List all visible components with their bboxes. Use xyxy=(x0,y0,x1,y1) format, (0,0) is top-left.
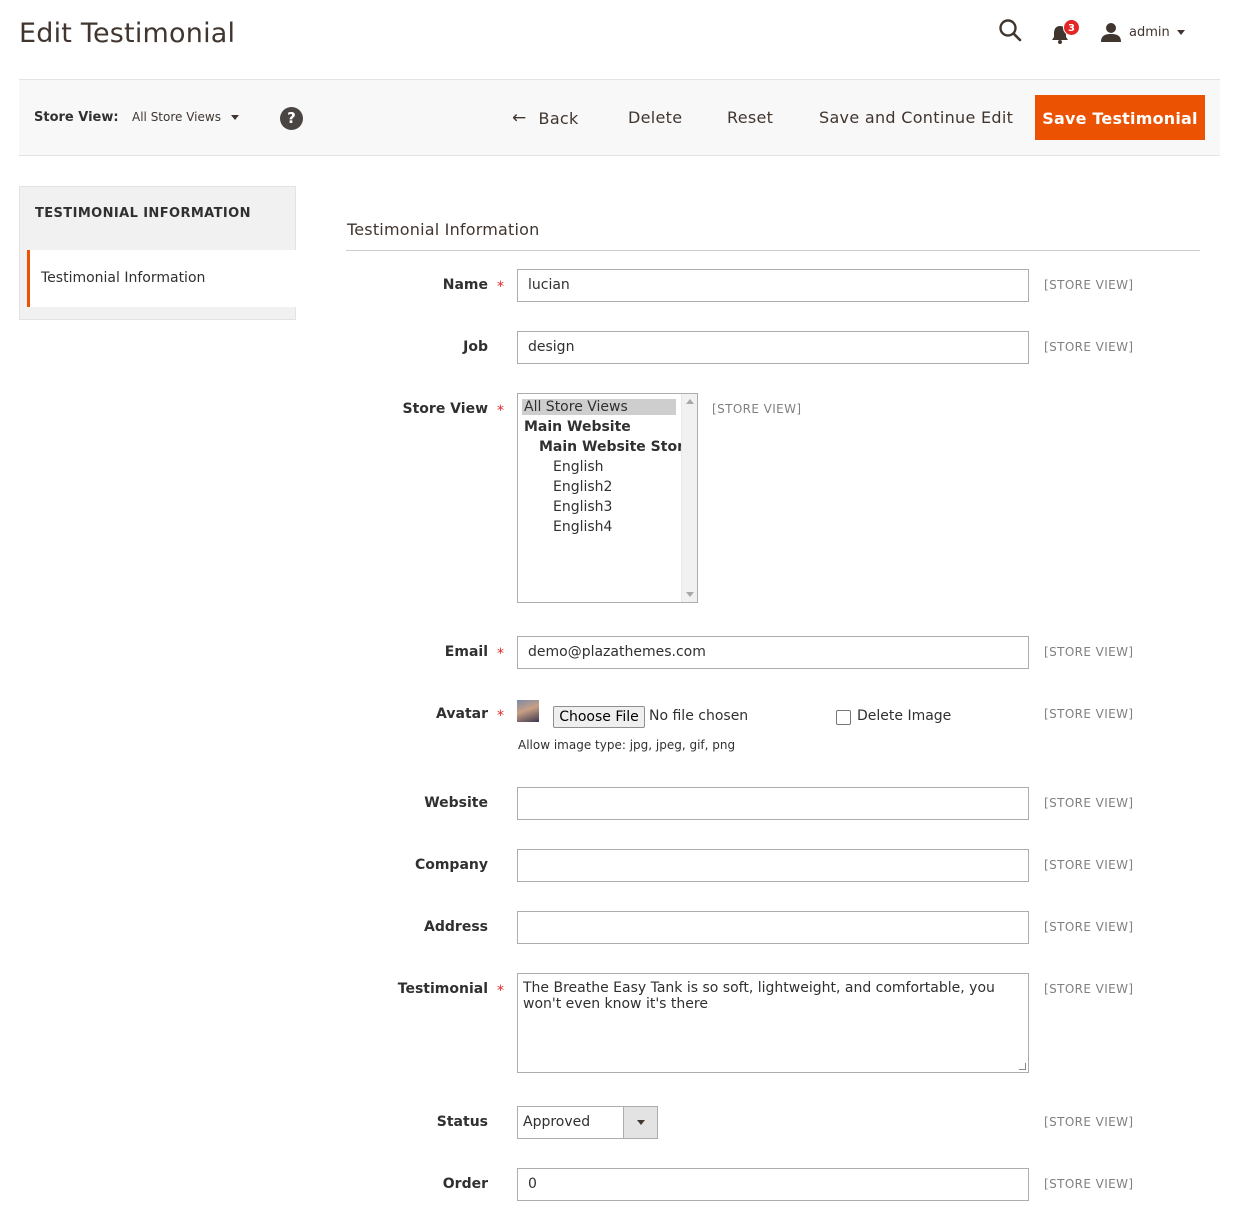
order-label: Order xyxy=(442,1176,488,1192)
sidebar: TESTIMONIAL INFORMATION Testimonial Info… xyxy=(19,186,296,320)
store-view-option[interactable]: English3 xyxy=(553,499,612,515)
page-title: Edit Testimonial xyxy=(19,18,236,49)
file-status: No file chosen xyxy=(649,708,749,724)
store-view-option[interactable]: English2 xyxy=(553,479,612,495)
store-view-option[interactable]: Main Website xyxy=(524,419,631,435)
testimonial-textarea[interactable]: The Breathe Easy Tank is so soft, lightw… xyxy=(517,973,1029,1073)
notification-count-badge: 3 xyxy=(1063,19,1080,36)
scope-label: [STORE VIEW] xyxy=(712,402,802,416)
user-name: admin xyxy=(1129,24,1170,40)
resize-handle[interactable] xyxy=(1019,1063,1026,1070)
chevron-down-icon xyxy=(637,1120,645,1125)
delete-image-checkbox[interactable] xyxy=(836,710,851,725)
page-actions-toolbar: Store View: All Store Views ? ← Back Del… xyxy=(19,79,1220,156)
avatar-thumbnail[interactable] xyxy=(517,700,539,722)
arrow-left-icon: ← xyxy=(512,108,527,128)
store-view-multiselect[interactable]: All Store Views Main Website Main Websit… xyxy=(517,393,698,603)
store-view-option[interactable]: English4 xyxy=(553,519,612,535)
chevron-down-icon xyxy=(1176,29,1185,35)
scope-label: [STORE VIEW] xyxy=(1044,920,1134,934)
scope-label: [STORE VIEW] xyxy=(1044,1115,1134,1129)
section-divider xyxy=(346,250,1200,251)
testimonial-text: The Breathe Easy Tank is so soft, lightw… xyxy=(523,980,995,1012)
save-testimonial-button[interactable]: Save Testimonial xyxy=(1035,95,1205,140)
email-input[interactable]: demo@plazathemes.com xyxy=(517,636,1029,669)
company-input[interactable] xyxy=(517,849,1029,882)
job-input[interactable]: design xyxy=(517,331,1029,364)
sidebar-item-testimonial-information[interactable]: Testimonial Information xyxy=(27,250,296,307)
chevron-down-icon xyxy=(230,114,239,120)
address-input[interactable] xyxy=(517,911,1029,944)
store-view-switcher[interactable]: All Store Views xyxy=(132,110,239,124)
store-view-label: Store View: xyxy=(34,110,119,125)
store-view-field-label: Store View xyxy=(402,401,488,417)
user-icon xyxy=(1101,23,1121,42)
sidebar-item-label: Testimonial Information xyxy=(41,270,206,286)
search-icon[interactable] xyxy=(998,18,1026,46)
avatar-label: Avatar xyxy=(436,706,488,722)
scope-label: [STORE VIEW] xyxy=(1044,982,1134,996)
required-asterisk: * xyxy=(497,403,504,419)
name-label: Name xyxy=(442,277,488,293)
scroll-up-icon[interactable] xyxy=(686,399,694,404)
order-input[interactable]: 0 xyxy=(517,1168,1029,1201)
required-asterisk: * xyxy=(497,983,504,999)
website-input[interactable] xyxy=(517,787,1029,820)
scope-label: [STORE VIEW] xyxy=(1044,858,1134,872)
store-view-option[interactable]: All Store Views xyxy=(522,399,676,415)
scope-label: [STORE VIEW] xyxy=(1044,1177,1134,1191)
required-asterisk: * xyxy=(497,708,504,724)
testimonial-label: Testimonial xyxy=(397,981,488,997)
back-button[interactable]: ← Back xyxy=(512,108,579,128)
scrollbar[interactable] xyxy=(681,394,697,602)
scope-label: [STORE VIEW] xyxy=(1044,645,1134,659)
delete-image-label[interactable]: Delete Image xyxy=(857,708,951,724)
company-label: Company xyxy=(414,857,488,873)
store-view-option[interactable]: Main Website Store xyxy=(539,439,693,455)
status-select[interactable]: Approved xyxy=(517,1106,658,1139)
status-label: Status xyxy=(436,1114,488,1130)
user-menu[interactable]: admin xyxy=(1101,18,1211,46)
scope-label: [STORE VIEW] xyxy=(1044,796,1134,810)
notifications-button[interactable]: 3 xyxy=(1050,19,1080,48)
reset-button[interactable]: Reset xyxy=(727,108,773,127)
scope-label: [STORE VIEW] xyxy=(1044,278,1134,292)
required-asterisk: * xyxy=(497,646,504,662)
scope-label: [STORE VIEW] xyxy=(1044,707,1134,721)
scope-label: [STORE VIEW] xyxy=(1044,340,1134,354)
avatar-note: Allow image type: jpg, jpeg, gif, png xyxy=(518,738,736,752)
scroll-down-icon[interactable] xyxy=(686,592,694,597)
store-view-value: All Store Views xyxy=(132,110,221,124)
required-asterisk: * xyxy=(497,279,504,295)
status-value: Approved xyxy=(523,1114,591,1130)
sidebar-title: TESTIMONIAL INFORMATION xyxy=(35,206,251,221)
help-icon[interactable]: ? xyxy=(280,107,303,130)
store-view-option[interactable]: English xyxy=(553,459,604,475)
save-and-continue-button[interactable]: Save and Continue Edit xyxy=(819,108,1013,127)
name-input[interactable]: lucian xyxy=(517,269,1029,302)
choose-file-button[interactable]: Choose File xyxy=(553,706,645,728)
address-label: Address xyxy=(424,919,488,935)
email-label: Email xyxy=(444,644,488,660)
job-label: Job xyxy=(463,339,488,355)
website-label: Website xyxy=(424,795,488,811)
select-arrow xyxy=(623,1107,657,1138)
delete-button[interactable]: Delete xyxy=(628,108,682,127)
section-title: Testimonial Information xyxy=(347,220,540,239)
back-label: Back xyxy=(538,108,579,128)
